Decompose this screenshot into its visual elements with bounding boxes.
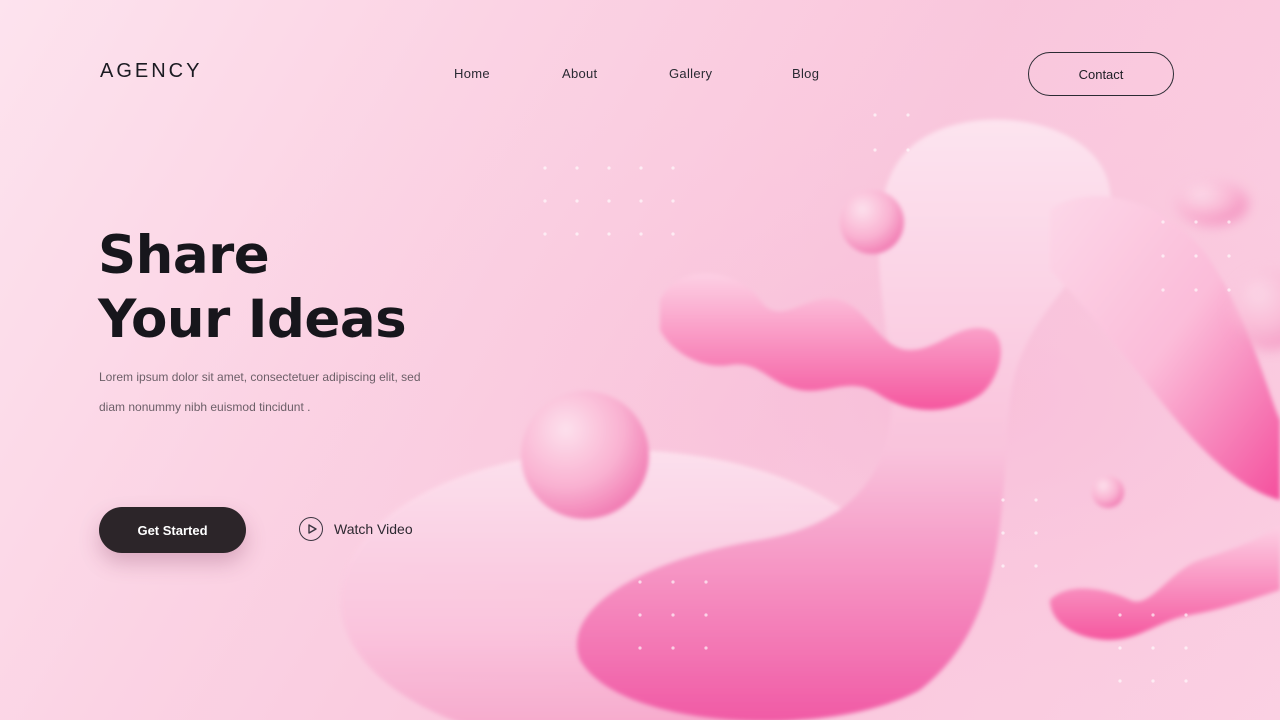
hero-title: Share Your Ideas: [98, 224, 407, 352]
hero-abstract-art: [0, 0, 1280, 720]
nav-link-about[interactable]: About: [562, 66, 597, 81]
watch-video-label: Watch Video: [334, 521, 413, 537]
nav-link-gallery[interactable]: Gallery: [669, 66, 712, 81]
nav-link-home[interactable]: Home: [454, 66, 490, 81]
nav-link-blog[interactable]: Blog: [792, 66, 819, 81]
contact-button[interactable]: Contact: [1028, 52, 1174, 96]
get-started-button[interactable]: Get Started: [99, 507, 246, 553]
hero-title-line-2: Your Ideas: [98, 289, 407, 350]
hero-title-line-1: Share: [98, 225, 270, 286]
brand-logo[interactable]: AGENCY: [100, 60, 202, 83]
hero-description: Lorem ipsum dolor sit amet, consectetuer…: [99, 362, 479, 422]
hero-description-line-1: Lorem ipsum dolor sit amet, consectetuer…: [99, 370, 421, 384]
play-icon[interactable]: [299, 517, 323, 541]
hero-description-line-2: diam nonummy nibh euismod tincidunt .: [99, 400, 311, 414]
watch-video-button[interactable]: Watch Video: [299, 517, 413, 541]
